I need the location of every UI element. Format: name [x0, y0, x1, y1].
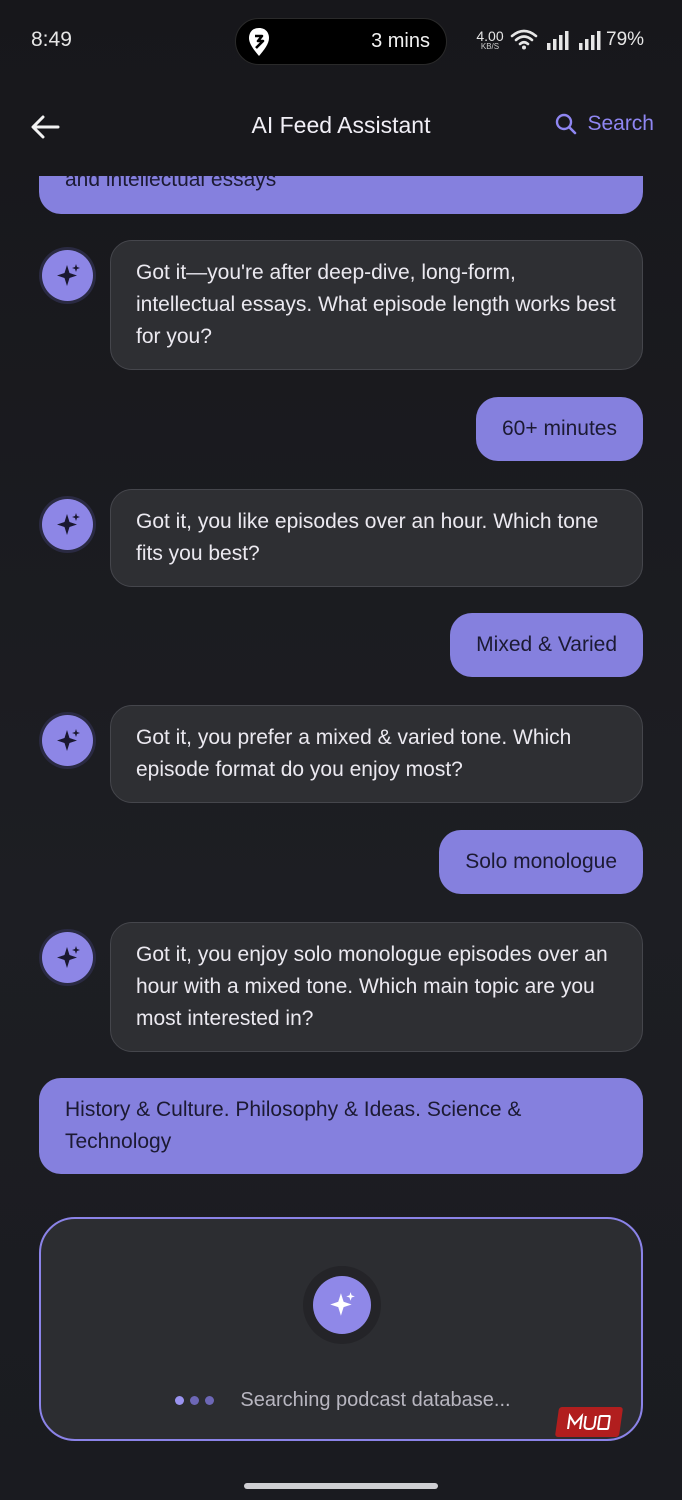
live-activity-text: 3 mins	[371, 30, 430, 52]
sparkle-icon	[56, 945, 80, 968]
signal-icon	[547, 31, 569, 50]
typing-dots-icon	[175, 1396, 215, 1405]
app-bar: AI Feed Assistant Search	[0, 92, 682, 162]
sparkle-icon	[56, 512, 80, 535]
user-message-text: Solo monologue	[465, 850, 617, 873]
assistant-message: Got it, you like episodes over an hour. …	[110, 489, 643, 587]
user-message-text: 60+ minutes	[502, 417, 617, 440]
watermark-logo	[554, 1407, 624, 1437]
assistant-avatar	[39, 247, 96, 304]
network-speed: 4.00 KB/S	[475, 29, 505, 51]
assistant-avatar	[39, 496, 96, 553]
user-message-text: and intellectual essays	[65, 176, 277, 191]
assistant-message-text: Got it—you're after deep-dive, long-form…	[136, 261, 616, 348]
loading-text: Searching podcast database...	[240, 1389, 511, 1411]
sparkle-icon	[330, 1292, 355, 1316]
assistant-message-text: Got it, you enjoy solo monologue episode…	[136, 943, 608, 1030]
assistant-message: Got it, you prefer a mixed & varied tone…	[110, 705, 643, 803]
signal-icon-2	[579, 31, 601, 50]
user-message: History & Culture. Philosophy & Ideas. S…	[39, 1078, 643, 1174]
sparkle-icon	[56, 263, 80, 286]
user-message: Mixed & Varied	[450, 613, 643, 677]
search-button[interactable]: Search	[555, 112, 654, 136]
assistant-message: Got it—you're after deep-dive, long-form…	[110, 240, 643, 370]
chat-thread[interactable]: and intellectual essays Got it—you're af…	[0, 176, 682, 1206]
status-bar: 8:49 3 mins 4.00 KB/S 79%	[0, 0, 682, 82]
delivery-app-icon	[249, 28, 269, 56]
loading-indicator	[303, 1266, 381, 1344]
user-message: Solo monologue	[439, 830, 643, 894]
muo-logo-icon	[567, 1413, 611, 1431]
sparkle-icon	[56, 728, 80, 751]
user-message: and intellectual essays	[39, 176, 643, 214]
assistant-avatar	[39, 712, 96, 769]
network-speed-value: 4.00	[476, 28, 504, 44]
user-message: 60+ minutes	[476, 397, 643, 461]
user-message-text: History & Culture. Philosophy & Ideas. S…	[65, 1098, 522, 1153]
assistant-message-text: Got it, you prefer a mixed & varied tone…	[136, 726, 572, 781]
search-icon	[556, 113, 577, 135]
assistant-avatar	[39, 929, 96, 986]
back-arrow-icon[interactable]	[28, 110, 62, 144]
assistant-message-text: Got it, you like episodes over an hour. …	[136, 510, 599, 565]
loading-status: Searching podcast database...	[41, 1389, 645, 1412]
wifi-icon	[510, 29, 538, 50]
user-message-text: Mixed & Varied	[476, 633, 617, 656]
loading-card: Searching podcast database...	[39, 1217, 643, 1441]
network-speed-unit: KB/S	[480, 42, 500, 51]
status-time: 8:49	[31, 28, 72, 51]
search-label: Search	[587, 112, 654, 135]
screen: 8:49 3 mins 4.00 KB/S 79% AI Feed Assist…	[0, 0, 682, 1500]
assistant-message: Got it, you enjoy solo monologue episode…	[110, 922, 643, 1052]
home-indicator[interactable]	[244, 1483, 438, 1489]
battery-percent: 79%	[606, 29, 645, 50]
live-activity-pill[interactable]: 3 mins	[235, 18, 447, 65]
